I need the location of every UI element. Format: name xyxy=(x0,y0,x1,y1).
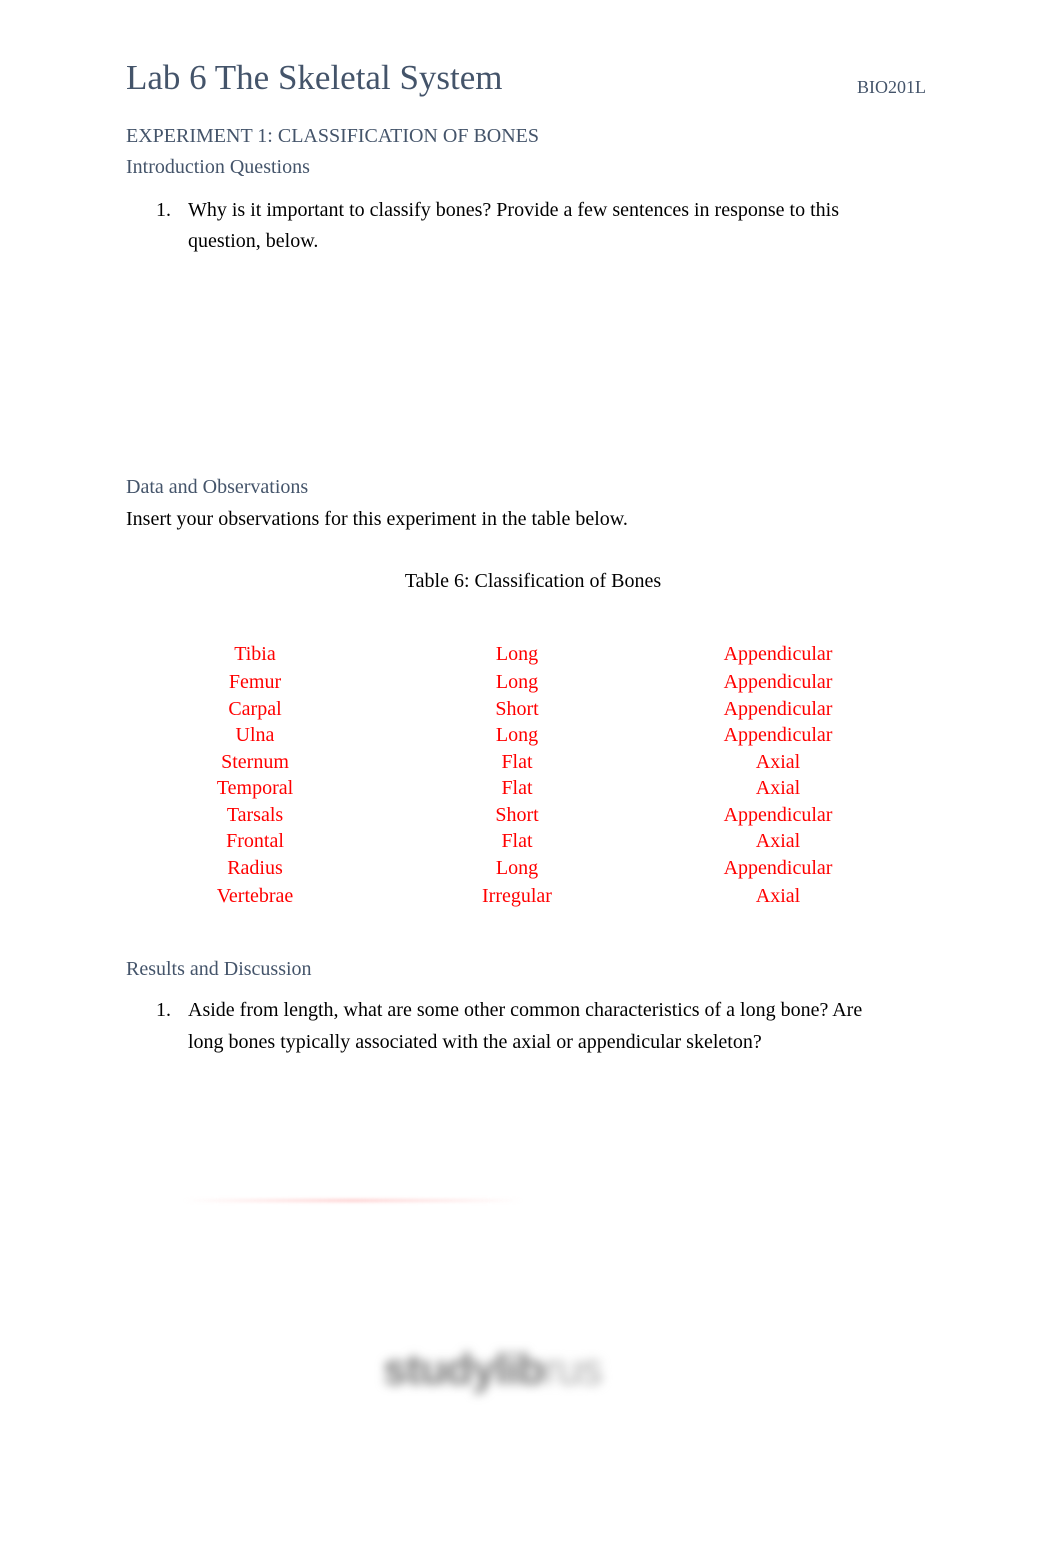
bone-type-cell: Short xyxy=(495,698,539,720)
bone-type-cell: Flat xyxy=(501,830,533,852)
watermark-light: rus xyxy=(543,1345,603,1394)
bone-type-cell: Long xyxy=(495,724,539,746)
results-question-text-line1: Aside from length, what are some other c… xyxy=(188,999,863,1021)
intro-question-text-line2: question, below. xyxy=(188,230,319,252)
bone-type-cell: Short xyxy=(495,804,539,826)
bone-name-cell: Frontal xyxy=(226,830,284,852)
bone-name-cell: Temporal xyxy=(216,777,294,799)
bone-name-cell: Tibia xyxy=(234,643,276,665)
skeleton-cell: Appendicular xyxy=(723,857,833,879)
table-caption: Table 6: Classification of Bones xyxy=(404,570,662,592)
data-instruction: Insert your observations for this experi… xyxy=(126,508,628,530)
data-observations-heading: Data and Observations xyxy=(126,476,309,498)
bone-type-cell: Long xyxy=(495,857,539,879)
bone-type-cell: Long xyxy=(495,643,539,665)
skeleton-cell: Appendicular xyxy=(723,698,833,720)
bone-type-cell: Long xyxy=(495,671,539,693)
skeleton-cell: Appendicular xyxy=(723,671,833,693)
results-question-number: 1. xyxy=(156,999,171,1021)
intro-question-text-line1: Why is it important to classify bones? P… xyxy=(188,199,839,221)
experiment-heading: EXPERIMENT 1: CLASSIFICATION OF BONES xyxy=(126,125,540,147)
bone-name-cell: Radius xyxy=(227,857,283,879)
intro-question-number: 1. xyxy=(156,199,171,221)
bone-type-cell: Irregular xyxy=(482,885,552,907)
results-discussion-heading: Results and Discussion xyxy=(126,958,312,980)
skeleton-cell: Axial xyxy=(755,777,801,799)
bone-type-cell: Flat xyxy=(501,777,533,799)
skeleton-cell: Axial xyxy=(755,751,801,773)
blurred-answer-line xyxy=(183,1199,523,1202)
watermark-logo: studylibrus xyxy=(383,1345,603,1395)
bone-name-cell: Tarsals xyxy=(226,804,284,826)
skeleton-cell: Appendicular xyxy=(723,804,833,826)
results-question-text-line2: long bones typically associated with the… xyxy=(188,1031,762,1053)
course-code: BIO201L xyxy=(857,77,926,97)
bone-name-cell: Femur xyxy=(228,671,282,693)
bone-name-cell: Ulna xyxy=(235,724,275,746)
skeleton-cell: Axial xyxy=(755,830,801,852)
skeleton-cell: Axial xyxy=(755,885,801,907)
bone-name-cell: Sternum xyxy=(221,751,289,773)
document-title: Lab 6 The Skeletal System xyxy=(126,58,503,97)
bone-name-cell: Carpal xyxy=(228,698,282,720)
skeleton-cell: Appendicular xyxy=(723,643,833,665)
bone-name-cell: Vertebrae xyxy=(216,885,294,907)
bone-type-cell: Flat xyxy=(501,751,533,773)
intro-questions-heading: Introduction Questions xyxy=(126,156,310,178)
watermark-bold: studylib xyxy=(383,1345,545,1394)
skeleton-cell: Appendicular xyxy=(723,724,833,746)
